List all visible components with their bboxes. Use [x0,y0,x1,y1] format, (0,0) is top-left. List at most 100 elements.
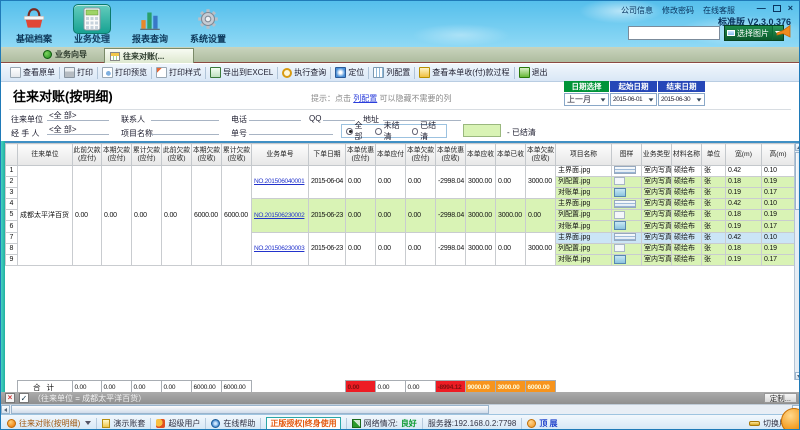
order-no-cell[interactable]: NO.201506230002 [252,199,309,232]
period-select[interactable]: 上一月 [564,93,609,106]
nav-base-archive[interactable]: 基础档案 [7,2,61,45]
link-company-info[interactable]: 公司信息 [621,5,653,16]
nav-system-settings[interactable]: 系统设置 [181,2,235,45]
tab-reconciliation[interactable]: 往来对账(... [104,48,194,63]
col-header[interactable]: 宽(m) [726,144,762,166]
order-link[interactable]: NO.201506230002 [254,212,304,219]
view-original-button[interactable]: 查看原单 [6,67,59,78]
horizontal-scroll-thumb[interactable] [11,405,489,414]
col-header[interactable]: 本期欠款(应收) [192,144,222,166]
radio-unsettled[interactable]: 未结清 [375,120,405,142]
filter-enabled-checkbox[interactable]: ✓ [19,393,29,403]
col-header[interactable]: 项目名称 [556,144,612,166]
col-header[interactable]: 累计欠款(应付) [132,144,162,166]
service-bubble-icon[interactable] [781,408,800,430]
status-extra-links[interactable]: 顶 展 [527,418,557,429]
close-button[interactable]: × [788,4,793,13]
status-user[interactable]: 超级用户 [156,418,200,429]
col-header[interactable]: 材料名称 [672,144,702,166]
contact-field[interactable] [151,110,219,121]
customer-name-cell[interactable]: 成都太平洋百货 [18,166,73,266]
radio-all[interactable]: 全部 [346,120,369,142]
col-header[interactable]: 此前欠款(应付) [73,144,102,166]
unit-label: 往来单位 [11,114,43,125]
print-preview-button[interactable]: 打印预览 [98,67,151,78]
col-header[interactable]: 本单优惠(应付) [346,144,376,166]
grid-row[interactable]: 1 成都太平洋百货 0.00 0.00 0.00 0.00 6000.00 60… [6,166,795,177]
vertical-scrollbar[interactable] [794,143,800,380]
tab-business-wizard[interactable]: 业务向导 [43,49,87,60]
col-header[interactable]: 高(m) [762,144,795,166]
scroll-left-button[interactable] [1,405,10,414]
order-link[interactable]: NO.201506230003 [254,245,304,252]
item-name-cell[interactable]: 主界面.jpg [556,166,612,177]
clear-filter-button[interactable]: × [5,393,15,403]
radio-settled[interactable]: 已结清 [412,120,442,142]
print-button[interactable]: 打印 [60,67,97,78]
active-filter-text: （往来单位 = 成都太平洋百货） [33,393,146,404]
end-date-header: 结束日期 [658,81,705,92]
start-date-select[interactable]: 2015-06-01 [610,93,657,106]
thumb-icon [527,419,536,428]
payment-process-icon [419,67,430,78]
order-no-cell[interactable]: NO.201506230003 [252,232,309,265]
col-header[interactable]: 本期欠款(应付) [102,144,132,166]
col-header[interactable]: 图样 [612,144,642,166]
status-view-selector[interactable]: 往来对账(按明细) [7,418,91,429]
item-thumbnail [614,200,636,208]
vertical-scroll-thumb[interactable] [795,152,800,210]
run-query-button[interactable]: 执行查询 [278,67,330,78]
locate-button[interactable]: 定位 [331,67,368,78]
col-header[interactable]: 业务类型 [642,144,672,166]
handler-field[interactable]: <全 部> [47,124,109,135]
col-header[interactable]: 此前欠款(应收) [162,144,192,166]
link-change-password[interactable]: 修改密码 [662,5,694,16]
export-excel-button[interactable]: 导出到EXCEL [206,67,277,78]
settle-status-group: 全部 未结清 已结清 [341,124,447,138]
nav-report-query[interactable]: 报表查询 [123,2,177,45]
print-style-button[interactable]: 打印样式 [152,67,205,78]
col-header[interactable]: 本单已收 [496,144,526,166]
status-account[interactable]: 演示账套 [102,418,145,429]
customize-filter-button[interactable]: 定制... [764,393,797,403]
document-tabs: 业务向导 往来对账(... [1,47,800,63]
exit-button[interactable]: 退出 [515,67,552,78]
column-config-link[interactable]: 列配置 [353,94,377,103]
nav-business-processing[interactable]: 业务处理 [65,2,119,45]
col-header[interactable]: 本单应付 [376,144,406,166]
item-thumbnail [614,211,625,219]
col-header[interactable]: 单位 [702,144,726,166]
scroll-down-button[interactable] [795,372,800,380]
column-config-button[interactable]: 列配置 [369,67,414,78]
order-no-cell[interactable]: NO.201506040001 [252,166,309,199]
view-payment-process-button[interactable]: 查看本单收(付)款过程 [415,67,513,78]
col-header[interactable]: 下单日期 [309,144,346,166]
item-thumbnail [614,233,636,241]
col-header[interactable]: 本单应收 [466,144,496,166]
col-header[interactable]: 累计欠款(应收) [222,144,252,166]
status-online-help[interactable]: 在线帮助 [211,418,255,429]
col-header[interactable]: 本单优惠(应收) [436,144,466,166]
pick-image-button[interactable]: 选择图片 [724,25,784,41]
end-date-select[interactable]: 2015-06-30 [658,93,705,106]
project-field[interactable] [151,124,219,135]
maximize-button[interactable] [773,5,781,12]
col-header[interactable]: 业务单号 [252,144,309,166]
col-header[interactable]: 往来单位 [18,144,73,166]
date-select-header: 日期选择 [564,81,609,92]
scroll-up-button[interactable] [795,143,800,151]
col-header[interactable]: 本单欠款(应收) [526,144,556,166]
order-no-field[interactable] [249,124,333,135]
order-link[interactable]: NO.201506040001 [254,178,304,185]
image-search-input[interactable] [628,26,720,40]
horn-icon[interactable] [776,24,792,44]
network-status-value: 良好 [401,418,417,429]
spreadsheet-icon [110,52,120,61]
phone-field[interactable] [249,110,301,121]
unit-field[interactable]: <全 部> [47,110,109,121]
item-thumb-cell[interactable] [612,166,642,177]
locate-icon [335,67,346,78]
col-header[interactable]: 本单欠款(应付) [406,144,436,166]
horizontal-scrollbar[interactable] [1,404,800,414]
minimize-button[interactable]: — [757,4,766,13]
